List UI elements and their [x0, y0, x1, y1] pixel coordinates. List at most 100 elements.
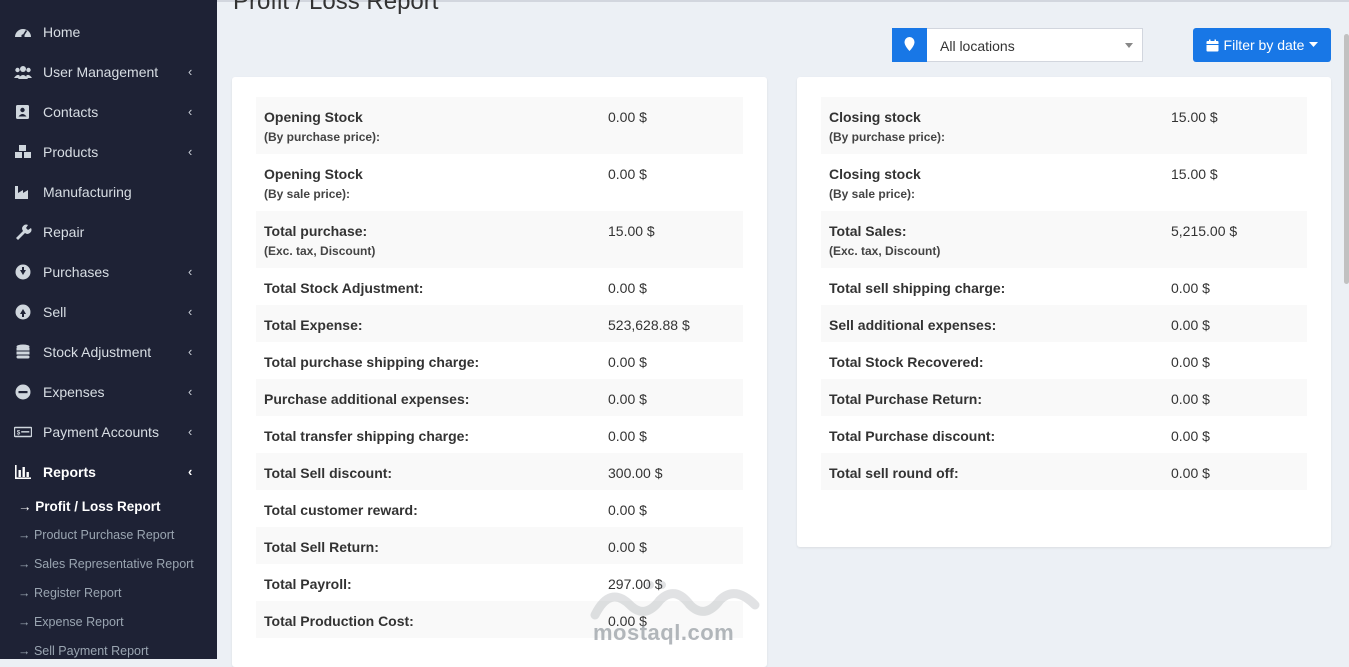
- sidebar-item-manufacturing[interactable]: Manufacturing: [0, 172, 217, 212]
- row-value: 0.00 $: [1171, 465, 1210, 481]
- row-label: Total sell round off:: [829, 465, 959, 481]
- row-label: Total purchase shipping charge:: [264, 354, 480, 370]
- row-label: Opening Stock: [264, 166, 363, 182]
- submenu-sell-payment-report[interactable]: → Sell Payment Report: [18, 644, 149, 658]
- dashboard-icon: [15, 29, 31, 38]
- chevron-left-icon: ‹: [188, 304, 193, 319]
- table-row: Total sell round off: 0.00 $: [821, 453, 1307, 490]
- wrench-icon: [16, 224, 32, 240]
- bar-chart-icon: [15, 465, 31, 479]
- row-value: 15.00 $: [1171, 109, 1218, 125]
- submenu-product-purchase-report[interactable]: → Product Purchase Report: [18, 528, 174, 542]
- table-row: Total Purchase discount: 0.00 $: [821, 416, 1307, 453]
- sidebar-item-contacts[interactable]: Contacts ‹: [0, 92, 217, 132]
- row-label: Total transfer shipping charge:: [264, 428, 470, 444]
- table-row: Total purchase shipping charge: 0.00 $: [256, 342, 743, 379]
- row-value: 0.00 $: [608, 166, 647, 182]
- row-sublabel: (Exc. tax, Discount): [829, 244, 941, 258]
- row-label: Sell additional expenses:: [829, 317, 997, 333]
- sidebar-item-label: Contacts: [43, 104, 99, 120]
- address-book-icon: [16, 105, 29, 119]
- row-label: Total Stock Recovered:: [829, 354, 984, 370]
- sidebar-item-user-management[interactable]: User Management ‹: [0, 52, 217, 92]
- submenu-expense-report[interactable]: → Expense Report: [18, 615, 124, 629]
- chevron-left-icon: ‹: [188, 64, 193, 79]
- submenu-register-report[interactable]: → Register Report: [18, 586, 122, 600]
- sidebar-item-purchases[interactable]: Purchases ‹: [0, 252, 217, 292]
- row-value: 15.00 $: [608, 223, 655, 239]
- submenu-sales-representative-report[interactable]: → Sales Representative Report: [18, 557, 194, 571]
- row-label: Total Sell discount:: [264, 465, 393, 481]
- row-value: 523,628.88 $: [608, 317, 690, 333]
- sidebar-item-label: Repair: [43, 224, 85, 240]
- row-label: Total Purchase discount:: [829, 428, 996, 444]
- table-row: Total Sell Return: 0.00 $: [256, 527, 743, 564]
- row-label: Purchase additional expenses:: [264, 391, 470, 407]
- row-label: Total Purchase Return:: [829, 391, 982, 407]
- table-row: Total customer reward: 0.00 $: [256, 490, 743, 527]
- row-label: Total Production Cost:: [264, 613, 414, 629]
- users-icon: [14, 66, 32, 79]
- sidebar-item-repair[interactable]: Repair: [0, 212, 217, 252]
- table-row: Total transfer shipping charge: 0.00 $: [256, 416, 743, 453]
- row-value: 0.00 $: [1171, 317, 1210, 333]
- row-sublabel: (By sale price):: [829, 187, 916, 201]
- chevron-left-icon: ‹: [188, 104, 193, 119]
- sidebar-item-label: Stock Adjustment: [43, 344, 152, 360]
- chevron-left-icon: ‹: [188, 464, 193, 479]
- row-label: Total Sell Return:: [264, 539, 379, 555]
- sidebar-item-payment-accounts[interactable]: $ Payment Accounts ‹: [0, 412, 217, 452]
- location-select[interactable]: All locations: [892, 28, 1143, 62]
- chevron-left-icon: ‹: [188, 144, 193, 159]
- row-sublabel: (By sale price):: [264, 187, 351, 201]
- sidebar-item-stock-adjustment[interactable]: Stock Adjustment ‹: [0, 332, 217, 372]
- submenu-profit-loss-report[interactable]: → Profit / Loss Report: [18, 499, 161, 514]
- sidebar-item-products[interactable]: Products ‹: [0, 132, 217, 172]
- row-value: 300.00 $: [608, 465, 663, 481]
- calendar-icon: [1206, 39, 1219, 51]
- row-label: Closing stock: [829, 109, 921, 125]
- table-row: Total Purchase Return: 0.00 $: [821, 379, 1307, 416]
- sidebar-item-home[interactable]: Home: [0, 12, 217, 52]
- filter-by-date-button[interactable]: Filter by date: [1193, 28, 1331, 62]
- row-value: 0.00 $: [1171, 354, 1210, 370]
- sidebar-item-label: User Management: [43, 64, 159, 80]
- sidebar-item-label: Payment Accounts: [43, 424, 159, 440]
- row-value: 0.00 $: [608, 280, 647, 296]
- map-marker-icon: [892, 28, 927, 62]
- row-value: 0.00 $: [1171, 280, 1210, 296]
- page-title: Profit / Loss Report: [233, 0, 439, 15]
- sidebar-item-sell[interactable]: Sell ‹: [0, 292, 217, 332]
- table-row: Purchase additional expenses: 0.00 $: [256, 379, 743, 416]
- svg-text:$: $: [17, 430, 21, 437]
- caret-down-icon: [1309, 42, 1319, 47]
- row-value: 0.00 $: [608, 391, 647, 407]
- chevron-left-icon: ‹: [188, 264, 193, 279]
- table-row: Total purchase: (Exc. tax, Discount) 15.…: [256, 211, 743, 268]
- sidebar-item-label: Manufacturing: [43, 184, 132, 200]
- sidebar-item-reports[interactable]: Reports ‹: [0, 452, 217, 492]
- row-sublabel: (Exc. tax, Discount): [264, 244, 376, 258]
- row-sublabel: (By purchase price):: [829, 130, 946, 144]
- row-value: 0.00 $: [608, 539, 647, 555]
- row-value: 5,215.00 $: [1171, 223, 1238, 239]
- page-scrollbar[interactable]: [1344, 34, 1349, 284]
- arrow-circle-down-icon: [15, 264, 31, 280]
- row-label: Total customer reward:: [264, 502, 418, 518]
- right-summary-panel: Closing stock (By purchase price): 15.00…: [797, 77, 1331, 547]
- sidebar-item-expenses[interactable]: Expenses ‹: [0, 372, 217, 412]
- table-row: Total Sell discount: 300.00 $: [256, 453, 743, 490]
- sidebar-item-label: Expenses: [43, 384, 105, 400]
- minus-circle-icon: [15, 384, 31, 400]
- arrow-circle-up-icon: [15, 304, 31, 320]
- row-label: Opening Stock: [264, 109, 363, 125]
- row-value: 0.00 $: [608, 502, 647, 518]
- row-label: Total Sales:: [829, 223, 907, 239]
- table-row: Total Expense: 523,628.88 $: [256, 305, 743, 342]
- table-row: Sell additional expenses: 0.00 $: [821, 305, 1307, 342]
- sidebar-item-label: Purchases: [43, 264, 110, 280]
- caret-down-icon: [1125, 43, 1133, 48]
- money-icon: $: [14, 426, 32, 438]
- row-label: Total purchase:: [264, 223, 368, 239]
- row-label: Total Stock Adjustment:: [264, 280, 424, 296]
